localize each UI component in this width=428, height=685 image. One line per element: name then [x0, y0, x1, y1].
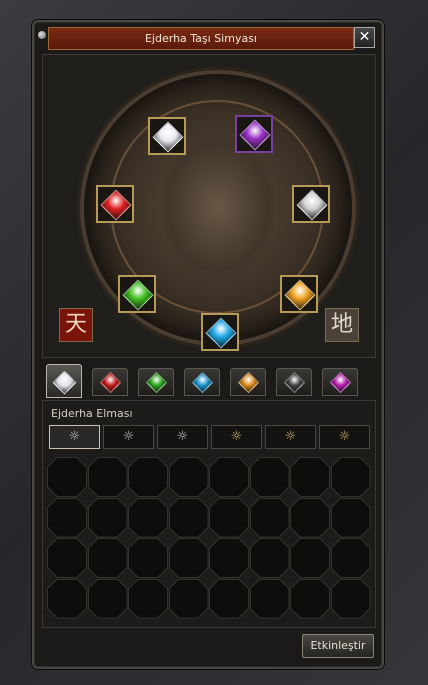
- altar-slot-diamond[interactable]: [148, 117, 186, 155]
- inventory-slot[interactable]: [88, 579, 127, 618]
- altar-slot-amber[interactable]: [280, 275, 318, 313]
- tab-jade[interactable]: [138, 368, 174, 396]
- sapphire-icon: [191, 371, 214, 394]
- tab-onyx[interactable]: [276, 368, 312, 396]
- inventory-slot[interactable]: [250, 579, 289, 618]
- inventory-slot[interactable]: [129, 458, 167, 496]
- inventory-slot[interactable]: [331, 579, 370, 618]
- tab-amber[interactable]: [230, 368, 266, 396]
- sapphire-gem-icon: [205, 317, 237, 349]
- inventory-slot[interactable]: [169, 458, 208, 496]
- earth-symbol[interactable]: 地: [325, 308, 359, 342]
- amber-gem-icon: [284, 279, 316, 311]
- subtab-grade-3[interactable]: ☼: [157, 425, 208, 449]
- tab-ruby[interactable]: [92, 368, 128, 396]
- stone-type-tabs: [42, 364, 374, 398]
- ruby-gem-icon: [100, 189, 132, 221]
- onyx-icon: [283, 371, 306, 394]
- inventory-slot[interactable]: [210, 539, 248, 577]
- tab-diamond[interactable]: [46, 364, 82, 398]
- onyx-gem-icon: [239, 119, 271, 151]
- subtab-grade-6[interactable]: ☼: [319, 425, 370, 449]
- ruby-icon: [99, 371, 122, 394]
- subtab-grade-2[interactable]: ☼: [103, 425, 154, 449]
- heaven-symbol[interactable]: 天: [59, 308, 93, 342]
- inventory-slot[interactable]: [48, 539, 86, 577]
- diamond-icon: [52, 370, 77, 395]
- inventory-slot[interactable]: [331, 498, 370, 537]
- inventory-slot[interactable]: [169, 498, 208, 537]
- inventory-slot[interactable]: [291, 539, 329, 577]
- diamond-gem-icon: [152, 121, 184, 153]
- inventory-slot[interactable]: [210, 498, 248, 537]
- inventory-slot[interactable]: [250, 458, 289, 496]
- inventory-slot[interactable]: [331, 458, 370, 496]
- inventory-slot[interactable]: [291, 498, 329, 537]
- tab-garnet[interactable]: [322, 368, 358, 396]
- black-diamond-gem-icon: [296, 189, 328, 221]
- activate-button[interactable]: Etkinleştir: [302, 634, 374, 658]
- altar-slot-onyx[interactable]: [235, 115, 273, 153]
- subtab-grade-1[interactable]: ☼: [49, 425, 100, 449]
- inventory-slot[interactable]: [129, 579, 167, 618]
- inventory-slot[interactable]: [210, 458, 248, 496]
- inventory-slot[interactable]: [169, 539, 208, 577]
- window-title[interactable]: Ejderha Taşı Simyası: [48, 27, 354, 50]
- stone-inventory-panel: Ejderha Elması ☼ ☼ ☼ ☼ ☼ ☼: [42, 400, 376, 628]
- close-button[interactable]: ✕: [354, 27, 375, 48]
- inventory-slot[interactable]: [169, 579, 208, 618]
- inventory-slot[interactable]: [129, 539, 167, 577]
- inventory-slot[interactable]: [291, 579, 329, 618]
- section-label: Ejderha Elması: [51, 407, 133, 420]
- inventory-slot[interactable]: [88, 539, 127, 577]
- jade-icon: [145, 371, 168, 394]
- inventory-slot[interactable]: [129, 498, 167, 537]
- inventory-slot[interactable]: [291, 458, 329, 496]
- inventory-slot[interactable]: [250, 539, 289, 577]
- amber-icon: [237, 371, 260, 394]
- jade-gem-icon: [122, 279, 154, 311]
- inventory-slot[interactable]: [48, 458, 86, 496]
- altar-slot-sapphire[interactable]: [201, 313, 239, 351]
- subtab-grade-4[interactable]: ☼: [211, 425, 262, 449]
- dragon-stone-alchemy-window: Ejderha Taşı Simyası ✕ 天 地 Ejderha Elmas…: [32, 20, 384, 669]
- inventory-slot[interactable]: [48, 498, 86, 537]
- pin-icon[interactable]: [38, 31, 46, 39]
- altar-slot-ruby[interactable]: [96, 185, 134, 223]
- inventory-slot[interactable]: [250, 498, 289, 537]
- stone-inventory-grid: [47, 457, 371, 619]
- altar-slot-jade[interactable]: [118, 275, 156, 313]
- subtab-grade-5[interactable]: ☼: [265, 425, 316, 449]
- inventory-slot[interactable]: [331, 539, 370, 577]
- tab-sapphire[interactable]: [184, 368, 220, 396]
- inventory-slot[interactable]: [88, 498, 127, 537]
- altar-slot-black-diamond[interactable]: [292, 185, 330, 223]
- alchemy-altar: 天 地: [42, 54, 376, 358]
- inventory-slot[interactable]: [210, 579, 248, 618]
- garnet-icon: [329, 371, 352, 394]
- inventory-slot[interactable]: [88, 458, 127, 496]
- inventory-slot[interactable]: [48, 579, 86, 618]
